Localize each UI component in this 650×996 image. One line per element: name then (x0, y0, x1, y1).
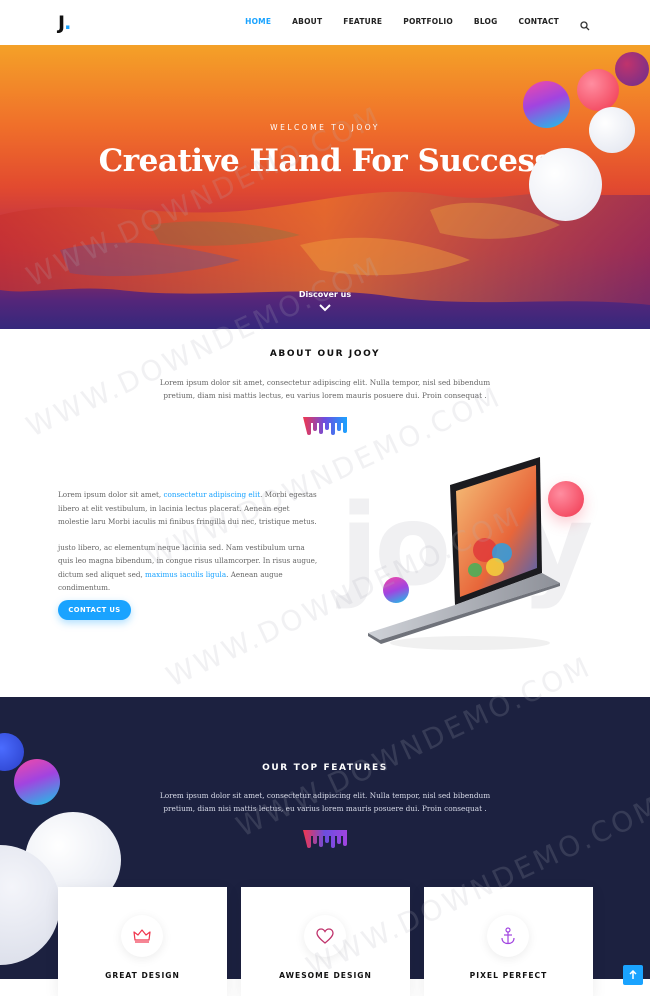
main-menu: HOME ABOUT FEATURE PORTFOLIO BLOG CONTAC… (245, 16, 590, 31)
menu-home[interactable]: HOME (245, 17, 271, 26)
feature-card-awesome-design[interactable]: AWESOME DESIGN (241, 887, 410, 996)
menu-contact[interactable]: CONTACT (518, 17, 559, 26)
feature-card-title: GREAT DESIGN (105, 971, 180, 980)
about-link-1[interactable]: consectetur adipiscing elit (163, 490, 260, 499)
about-paragraph-1: Lorem ipsum dolor sit amet, consectetur … (58, 490, 317, 526)
drip-divider-icon (303, 830, 347, 848)
drip-divider-icon (303, 417, 347, 435)
feature-icon-circle (304, 915, 346, 957)
about-description: Lorem ipsum dolor sit amet, consectetur … (159, 378, 491, 400)
feature-card-title: PIXEL PERFECT (469, 971, 548, 980)
hero-section: WELCOME TO JOOY Creative Hand For Succes… (0, 45, 650, 329)
heart-icon (316, 928, 334, 944)
hero-ball-purple-small (615, 52, 649, 86)
menu-feature[interactable]: FEATURE (343, 17, 382, 26)
feature-icon-circle (487, 915, 529, 957)
features-title: OUR TOP FEATURES (262, 763, 388, 773)
hero-ball-white-large (529, 148, 602, 221)
arrow-up-icon (629, 970, 637, 979)
crown-icon (133, 929, 151, 943)
hero-ball-gradient (523, 81, 570, 128)
anchor-icon (501, 927, 515, 945)
page: J. HOME ABOUT FEATURE PORTFOLIO BLOG CON… (0, 0, 650, 996)
about-title: ABOUT OUR JOOY (269, 349, 381, 359)
about-paragraph-2: justo libero, ac elementum neque lacinia… (58, 542, 318, 593)
feature-icon-circle (121, 915, 163, 957)
search-icon[interactable] (580, 16, 590, 31)
menu-blog[interactable]: BLOG (474, 17, 498, 26)
about-body: Lorem ipsum dolor sit amet, consectetur … (58, 488, 318, 607)
top-navbar: J. HOME ABOUT FEATURE PORTFOLIO BLOG CON… (0, 0, 650, 45)
feature-card-pixel-perfect[interactable]: PIXEL PERFECT (424, 887, 593, 996)
hero-ball-white-small (589, 107, 635, 153)
about-ball-pink (548, 481, 584, 517)
contact-us-button[interactable]: CONTACT US (58, 600, 131, 620)
discover-link[interactable]: Discover us (0, 290, 650, 299)
hero-ball-pink (577, 69, 619, 111)
menu-about[interactable]: ABOUT (292, 17, 322, 26)
laptop-mockup-image (368, 457, 560, 650)
chevron-down-icon[interactable] (318, 303, 332, 313)
scroll-to-top-button[interactable] (623, 965, 643, 985)
feature-card-title: AWESOME DESIGN (279, 971, 372, 980)
menu-portfolio[interactable]: PORTFOLIO (403, 17, 453, 26)
features-description: Lorem ipsum dolor sit amet, consectetur … (159, 791, 491, 813)
about-ball-gradient (383, 577, 409, 603)
about-link-2[interactable]: maximus iaculis ligula (145, 570, 226, 579)
feature-card-great-design[interactable]: GREAT DESIGN (58, 887, 227, 996)
site-logo[interactable]: J. (58, 12, 71, 34)
